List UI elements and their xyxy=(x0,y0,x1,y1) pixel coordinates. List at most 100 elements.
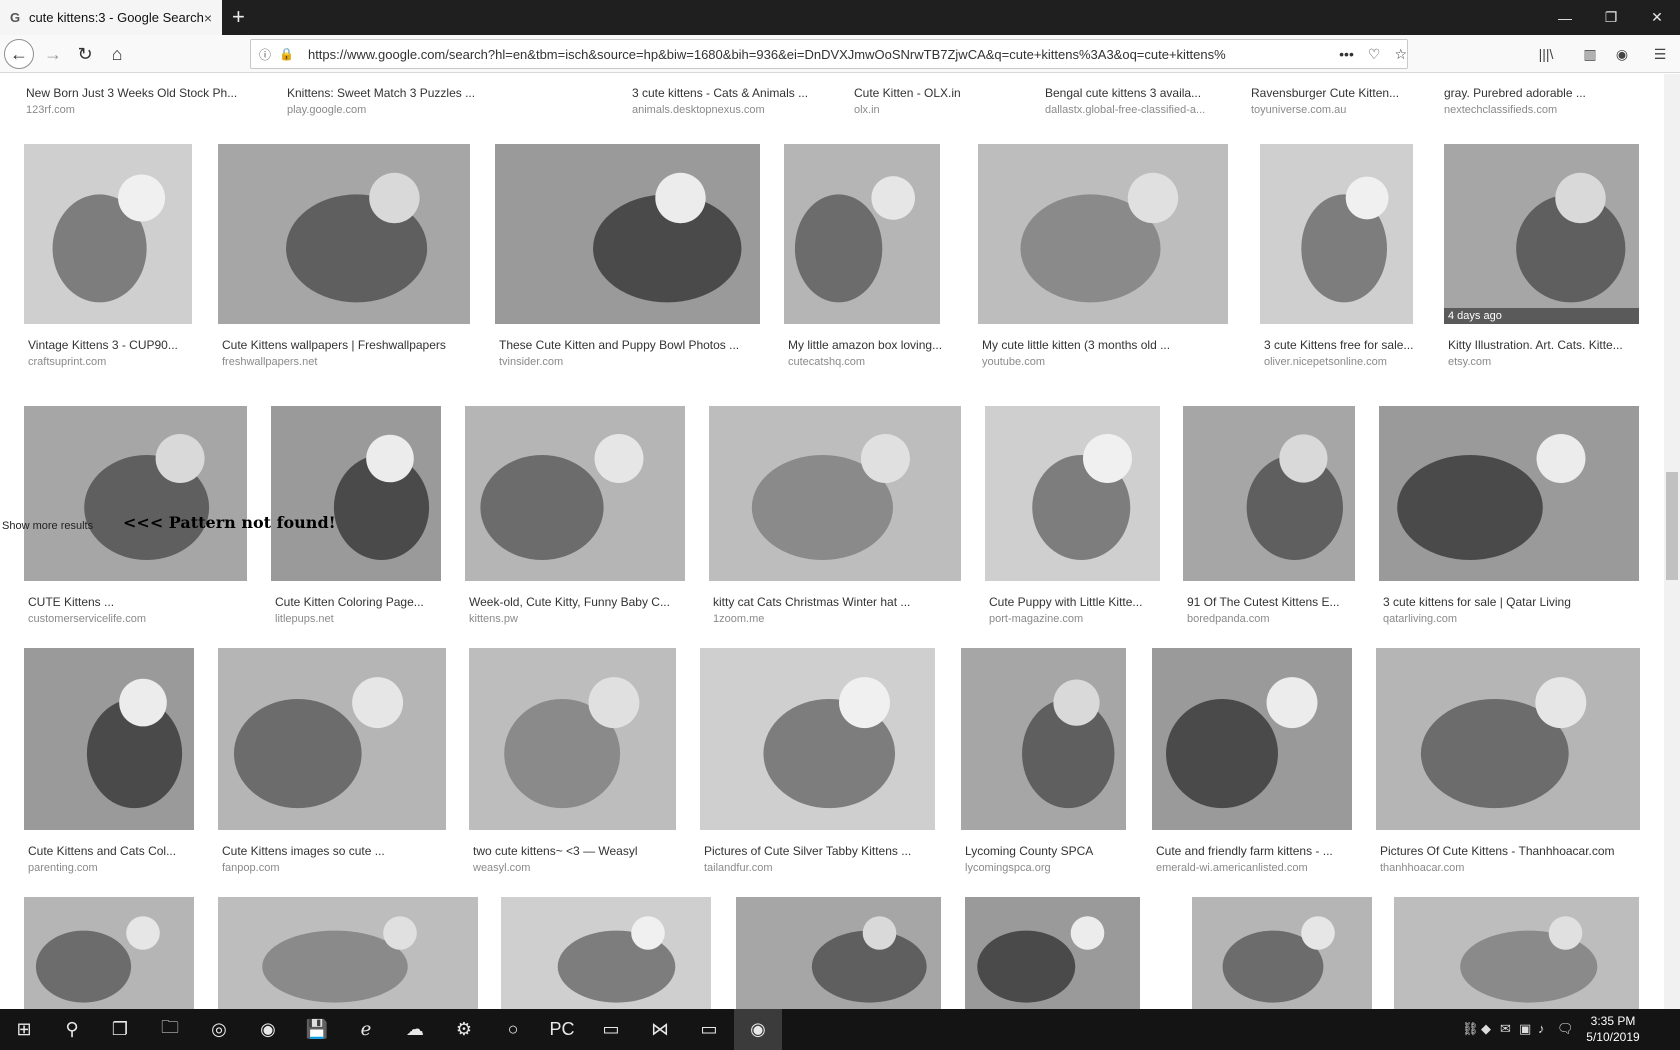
image-thumbnail[interactable] xyxy=(495,144,760,324)
result-source[interactable]: boredpanda.com xyxy=(1187,613,1379,625)
result-source[interactable]: craftsuprint.com xyxy=(28,356,216,368)
bookmark-star-icon[interactable]: ☆ xyxy=(1394,46,1407,63)
library-icon[interactable]: |||\ xyxy=(1532,39,1560,69)
image-thumbnail[interactable] xyxy=(1260,144,1413,324)
display-tray-icon[interactable]: ▣ xyxy=(1519,1021,1531,1037)
url-bar[interactable]: ⓘ 🔒 https://www.google.com/search?hl=en&… xyxy=(250,39,1408,69)
result-caption[interactable]: two cute kittens~ <3 — Weasyl xyxy=(473,844,700,858)
volume-icon[interactable]: ♪ xyxy=(1538,1021,1545,1036)
result-caption[interactable]: Kitty Illustration. Art. Cats. Kitte... xyxy=(1448,338,1663,352)
image-thumbnail[interactable] xyxy=(1394,897,1639,1009)
image-thumbnail[interactable] xyxy=(961,648,1126,830)
image-thumbnail[interactable] xyxy=(1376,648,1640,830)
menu-icon[interactable]: ☰ xyxy=(1646,39,1674,69)
result-source[interactable]: play.google.com xyxy=(287,104,507,116)
image-thumbnail[interactable] xyxy=(24,144,192,324)
page-actions-icon[interactable]: ••• xyxy=(1339,46,1354,62)
tab-close-icon[interactable]: × xyxy=(204,10,212,26)
result-source[interactable]: toyuniverse.com.au xyxy=(1251,104,1436,116)
result-source[interactable]: 1zoom.me xyxy=(713,613,985,625)
result-source[interactable]: weasyl.com xyxy=(473,862,700,874)
opera-icon[interactable]: ○ xyxy=(489,1009,537,1050)
result-source[interactable]: parenting.com xyxy=(28,862,218,874)
result-source[interactable]: customerservicelife.com xyxy=(28,613,271,625)
dropbox-tray-icon[interactable]: ◆ xyxy=(1481,1021,1491,1037)
chrome-icon[interactable]: ◎ xyxy=(195,1009,243,1050)
image-thumbnail[interactable] xyxy=(978,144,1228,324)
home-button[interactable]: ⌂ xyxy=(102,39,132,69)
result-caption[interactable]: gray. Purebred adorable ... xyxy=(1444,86,1664,100)
console-icon[interactable]: ▭ xyxy=(685,1009,733,1050)
result-caption[interactable]: Vintage Kittens 3 - CUP90... xyxy=(28,338,216,352)
result-caption[interactable]: Bengal cute kittens 3 availa... xyxy=(1045,86,1255,100)
forward-button[interactable]: → xyxy=(38,39,68,69)
mail-tray-icon[interactable]: ✉ xyxy=(1500,1021,1511,1037)
result-caption[interactable]: Cute Kittens images so cute ... xyxy=(222,844,470,858)
minimize-button[interactable]: — xyxy=(1542,0,1588,35)
info-icon[interactable]: ⓘ xyxy=(259,46,271,63)
result-source[interactable]: dallastx.global-free-classified-a... xyxy=(1045,104,1255,116)
close-window-button[interactable]: ✕ xyxy=(1634,0,1680,35)
settings-app-icon[interactable]: ⚙ xyxy=(440,1009,488,1050)
result-caption[interactable]: 3 cute kittens for sale | Qatar Living xyxy=(1383,595,1663,609)
result-source[interactable]: 123rf.com xyxy=(26,104,296,116)
file-explorer-icon[interactable]: 🗀 xyxy=(146,1009,194,1050)
result-caption[interactable]: My cute little kitten (3 months old ... xyxy=(982,338,1252,352)
result-caption[interactable]: 3 cute Kittens free for sale... xyxy=(1264,338,1437,352)
search-icon[interactable]: ⚲ xyxy=(48,1009,96,1050)
result-caption[interactable]: Pictures of Cute Silver Tabby Kittens ..… xyxy=(704,844,959,858)
new-tab-button[interactable]: + xyxy=(232,4,245,30)
cloud-app-icon[interactable]: ☁ xyxy=(391,1009,439,1050)
network-tray-icon[interactable]: ⛓ xyxy=(1462,1021,1479,1037)
back-button[interactable]: ← xyxy=(4,39,34,69)
image-thumbnail[interactable] xyxy=(965,897,1140,1009)
result-caption[interactable]: Cute Kitten Coloring Page... xyxy=(275,595,465,609)
edge-icon[interactable]: ℯ xyxy=(342,1009,390,1050)
vscode-icon[interactable]: ⋈ xyxy=(636,1009,684,1050)
terminal-icon[interactable]: ▭ xyxy=(587,1009,635,1050)
image-thumbnail[interactable] xyxy=(218,897,478,1009)
image-thumbnail[interactable] xyxy=(24,897,194,1009)
result-caption[interactable]: New Born Just 3 Weeks Old Stock Ph... xyxy=(26,86,296,100)
result-source[interactable]: olx.in xyxy=(854,104,1029,116)
image-thumbnail[interactable] xyxy=(1444,144,1639,324)
image-thumbnail[interactable] xyxy=(218,144,470,324)
result-source[interactable]: freshwallpapers.net xyxy=(222,356,494,368)
result-source[interactable]: etsy.com xyxy=(1448,356,1663,368)
result-caption[interactable]: These Cute Kitten and Puppy Bowl Photos … xyxy=(499,338,784,352)
account-icon[interactable]: ◉ xyxy=(1608,39,1636,69)
save-disk-icon[interactable]: 💾 xyxy=(293,1009,341,1050)
image-thumbnail[interactable] xyxy=(469,648,676,830)
pycharm-icon[interactable]: PC xyxy=(538,1009,586,1050)
result-source[interactable]: port-magazine.com xyxy=(989,613,1184,625)
image-thumbnail[interactable] xyxy=(24,648,194,830)
result-caption[interactable]: My little amazon box loving... xyxy=(788,338,964,352)
image-thumbnail[interactable] xyxy=(218,648,446,830)
clock[interactable]: 3:35 PM 5/10/2019 xyxy=(1583,1013,1643,1045)
tab-active[interactable]: G cute kittens:3 - Google Search × xyxy=(0,0,222,35)
result-caption[interactable]: Cute and friendly farm kittens - ... xyxy=(1156,844,1376,858)
result-caption[interactable]: Lycoming County SPCA xyxy=(965,844,1150,858)
result-source[interactable]: oliver.nicepetsonline.com xyxy=(1264,356,1437,368)
image-thumbnail[interactable] xyxy=(709,406,961,581)
image-thumbnail[interactable] xyxy=(985,406,1160,581)
result-source[interactable]: tvinsider.com xyxy=(499,356,784,368)
start-button[interactable]: ⊞ xyxy=(0,1009,48,1050)
firefox-active-icon[interactable]: ◉ xyxy=(734,1009,782,1050)
result-caption[interactable]: Cute Kitten - OLX.in xyxy=(854,86,1029,100)
show-more-results[interactable]: Show more results xyxy=(2,520,93,532)
result-caption[interactable]: 91 Of The Cutest Kittens E... xyxy=(1187,595,1379,609)
image-thumbnail[interactable] xyxy=(1152,648,1352,830)
reload-button[interactable]: ↻ xyxy=(70,39,100,69)
result-source[interactable]: tailandfur.com xyxy=(704,862,959,874)
restore-button[interactable]: ❐ xyxy=(1588,0,1634,35)
image-thumbnail[interactable] xyxy=(501,897,711,1009)
image-thumbnail[interactable] xyxy=(1192,897,1372,1009)
result-source[interactable]: qatarliving.com xyxy=(1383,613,1663,625)
result-caption[interactable]: Knittens: Sweet Match 3 Puzzles ... xyxy=(287,86,507,100)
pocket-icon[interactable]: ♡ xyxy=(1368,46,1381,63)
result-source[interactable]: youtube.com xyxy=(982,356,1252,368)
image-thumbnail[interactable] xyxy=(784,144,940,324)
result-caption[interactable]: Cute Kittens and Cats Col... xyxy=(28,844,218,858)
result-source[interactable]: lycomingspca.org xyxy=(965,862,1150,874)
